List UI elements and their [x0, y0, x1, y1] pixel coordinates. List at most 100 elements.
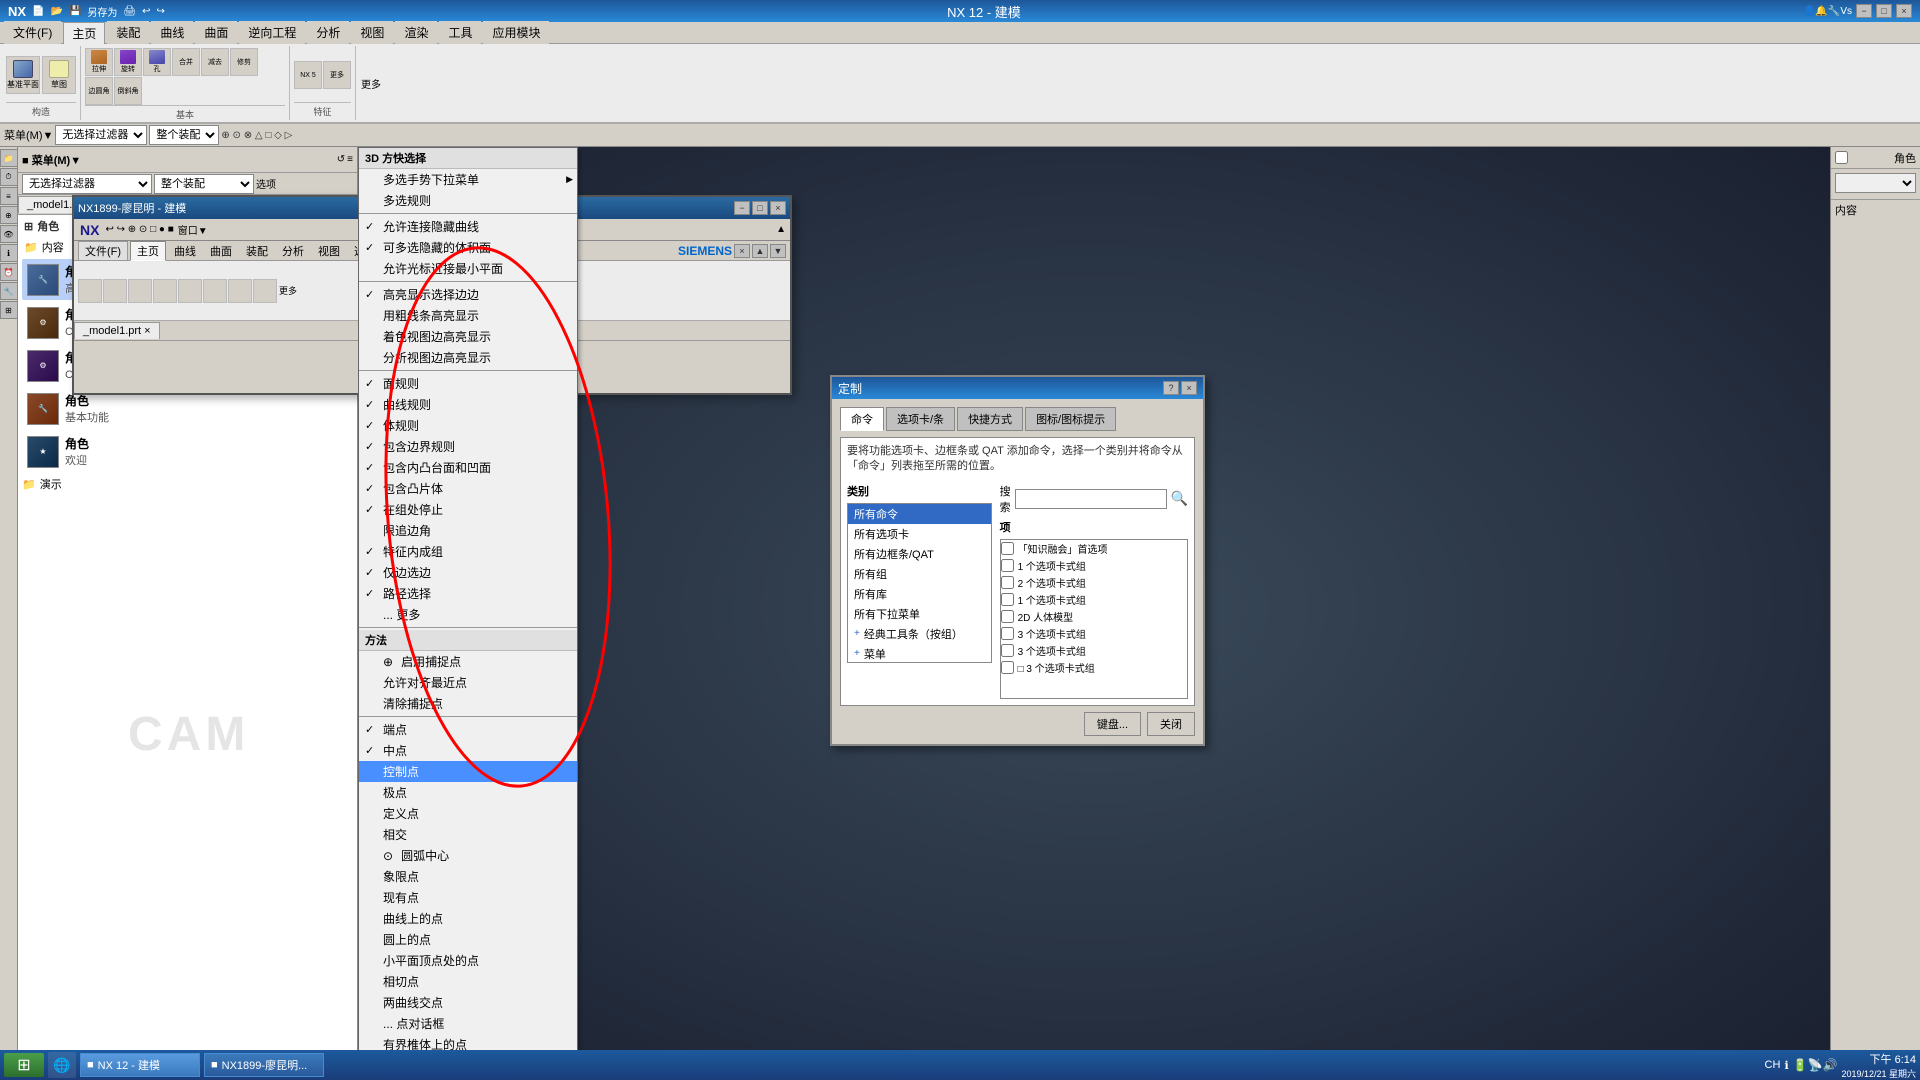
sidebar-icon-layers[interactable]: ≡	[0, 187, 18, 205]
menu-item-curve-rule[interactable]: 曲线规则	[359, 394, 577, 415]
dialog-tab-shortcuts[interactable]: 快捷方式	[957, 407, 1023, 431]
icon-extrude[interactable]: 拉伸	[85, 48, 113, 76]
demo-folder[interactable]: 📁演示	[18, 474, 357, 494]
menu-item-midpoint[interactable]: 中点	[359, 740, 577, 761]
taskbar-item-nx1899[interactable]: ■ NX1899-廖昆明...	[204, 1053, 324, 1077]
dialog-tab-options[interactable]: 选项卡/条	[886, 407, 955, 431]
item-2d-checkbox[interactable]	[1001, 610, 1014, 623]
menu-item-quadrant[interactable]: 象限点	[359, 866, 577, 887]
menu-item-endpoint[interactable]: 端点	[359, 719, 577, 740]
menu-item-face-rule[interactable]: 面规则	[359, 373, 577, 394]
menu-item-intersect[interactable]: 相交	[359, 824, 577, 845]
title-bar-icon-new[interactable]: 📄	[32, 6, 44, 17]
tab-apps[interactable]: 应用模块	[483, 21, 549, 44]
nx-win2-btn-7[interactable]	[228, 279, 252, 303]
nx-win2-btn-8[interactable]	[253, 279, 277, 303]
close-button[interactable]: ×	[1896, 4, 1912, 18]
category-classic-toolbar[interactable]: +经典工具条（按组）	[848, 624, 991, 644]
menu-item-allow-hidden-volume[interactable]: 可多选隐藏的体积面	[359, 237, 577, 258]
icon-nx5[interactable]: NX 5	[294, 61, 322, 89]
item-kf-checkbox[interactable]	[1001, 542, 1014, 555]
nx-win2-maximize[interactable]: □	[752, 201, 768, 215]
icon-subtract[interactable]: 减去	[201, 48, 229, 76]
role-select[interactable]	[1835, 173, 1916, 193]
role-checkbox[interactable]	[1835, 151, 1848, 164]
menu-item-allow-hidden-curve[interactable]: 允许连接隐藏曲线	[359, 216, 577, 237]
menu-item-allow-align-nearest[interactable]: 允许对齐最近点	[359, 672, 577, 693]
nx-win2-model-tab[interactable]: _model1.prt ×	[74, 322, 160, 339]
nx-win2-search-down[interactable]: ▼	[770, 244, 786, 258]
menu-item-limit-corner[interactable]: 限追边角	[359, 520, 577, 541]
minimize-button[interactable]: −	[1856, 4, 1872, 18]
taskbar-start-button[interactable]: ⊞	[4, 1053, 44, 1077]
nx-win2-minimize[interactable]: −	[734, 201, 750, 215]
menu-item-point-dialog[interactable]: ... 点对话框	[359, 1013, 577, 1034]
menu-item-stop-at-group[interactable]: 在组处停止	[359, 499, 577, 520]
nx-win2-btn-3[interactable]	[128, 279, 152, 303]
search-button[interactable]: 🔍	[1171, 490, 1188, 507]
nx-win2-window-menu[interactable]: 窗口▼	[178, 222, 208, 237]
nx-win2-close[interactable]: ×	[770, 201, 786, 215]
menu-item-facet-vertex[interactable]: 小平面顶点处的点	[359, 950, 577, 971]
menu-item-enable-snap[interactable]: ⊕启用捕捉点	[359, 651, 577, 672]
menu-item-shaded-highlight[interactable]: 着色视图边高亮显示	[359, 326, 577, 347]
menu-item-tangent[interactable]: 相切点	[359, 971, 577, 992]
item-3tab1-checkbox[interactable]	[1001, 627, 1014, 640]
expand-classic-icon[interactable]: +	[854, 628, 860, 639]
nx-win2-btn-5[interactable]	[178, 279, 202, 303]
icon-more-feature[interactable]: 更多	[323, 61, 351, 89]
menu-item-body-rule[interactable]: 体规则	[359, 415, 577, 436]
tab-file[interactable]: 文件(F)	[4, 21, 61, 44]
menu-item-multiselect-gesture[interactable]: 多选手势下拉菜单	[359, 169, 577, 190]
menu-item-arc-center[interactable]: ⊙圆弧中心	[359, 845, 577, 866]
dialog-tab-icons[interactable]: 图标/图标提示	[1025, 407, 1116, 431]
nx-win2-search-expand[interactable]: ▲	[752, 244, 768, 258]
dialog-close-button[interactable]: ×	[1181, 381, 1197, 395]
icon-rotate[interactable]: 旋转	[114, 48, 142, 76]
category-menu[interactable]: +菜单	[848, 644, 991, 663]
nx-win2-tab-curve[interactable]: 曲线	[168, 242, 202, 260]
nx-win2-tab-view[interactable]: 视图	[312, 242, 346, 260]
menu-item-include-boss[interactable]: 包含内凸台面和凹面	[359, 457, 577, 478]
sidebar-icon-history[interactable]: ⏱	[0, 168, 18, 186]
title-bar-icon-save[interactable]: 💾	[69, 6, 81, 17]
icon-hole[interactable]: 孔	[143, 48, 171, 76]
menu-item-pole[interactable]: 极点	[359, 782, 577, 803]
icon-merge[interactable]: 合并	[172, 48, 200, 76]
assembly-filter-dropdown[interactable]: 整个装配	[149, 125, 219, 145]
icon-base-plane[interactable]: 基准平面	[6, 56, 40, 94]
menu-item-existing-point[interactable]: 现有点	[359, 887, 577, 908]
menu-item-define-point[interactable]: 定义点	[359, 803, 577, 824]
nx-win2-btn-6[interactable]	[203, 279, 227, 303]
nx-win2-btn-2[interactable]	[103, 279, 127, 303]
menu-item-edge-only[interactable]: 仅边选边	[359, 562, 577, 583]
nx-win2-btn-4[interactable]	[153, 279, 177, 303]
menu-item-boundary-rule[interactable]: 包含边界规则	[359, 436, 577, 457]
ribbon-more[interactable]: 更多	[356, 46, 386, 120]
nx-win2-btn-1[interactable]	[78, 279, 102, 303]
menu-item-allow-nearest-plane[interactable]: 允许光标近接最小平面	[359, 258, 577, 279]
dialog-help-button[interactable]: ?	[1163, 381, 1179, 395]
icon-edge[interactable]: 边圆角	[85, 77, 113, 105]
tab-curve[interactable]: 曲线	[151, 21, 193, 44]
panel-assembly-select[interactable]: 整个装配	[154, 174, 254, 194]
title-bar-icon-saveas[interactable]: 另存为	[87, 4, 117, 19]
menu-item-clear-snap[interactable]: 清除捕捉点	[359, 693, 577, 714]
panel-refresh-icon[interactable]: ↺	[337, 154, 345, 165]
title-bar-icon-redo[interactable]: ↪	[157, 6, 165, 17]
sidebar-icon-tool[interactable]: 🔧	[0, 282, 18, 300]
category-all-dropdowns[interactable]: 所有下拉菜单	[848, 604, 991, 624]
icon-sketch[interactable]: 草图	[42, 56, 76, 94]
tab-home[interactable]: 主页	[63, 22, 105, 44]
menu-item-on-curve[interactable]: 曲线上的点	[359, 908, 577, 929]
title-bar-icon-open[interactable]: 📂	[51, 6, 63, 17]
selection-filter-dropdown[interactable]: 无选择过滤器	[55, 125, 147, 145]
item-3tab3-checkbox[interactable]	[1001, 661, 1014, 674]
role-item-welcome[interactable]: ★ 角色 欢迎	[22, 431, 353, 472]
category-all-libs[interactable]: 所有库	[848, 584, 991, 604]
panel-menu-icon[interactable]: ≡	[347, 154, 353, 165]
nx-win2-tab-assem[interactable]: 装配	[240, 242, 274, 260]
menu-item-two-curve-intersect[interactable]: 两曲线交点	[359, 992, 577, 1013]
dialog-tab-command[interactable]: 命令	[840, 407, 884, 431]
category-all-tabs[interactable]: 所有选项卡	[848, 524, 991, 544]
